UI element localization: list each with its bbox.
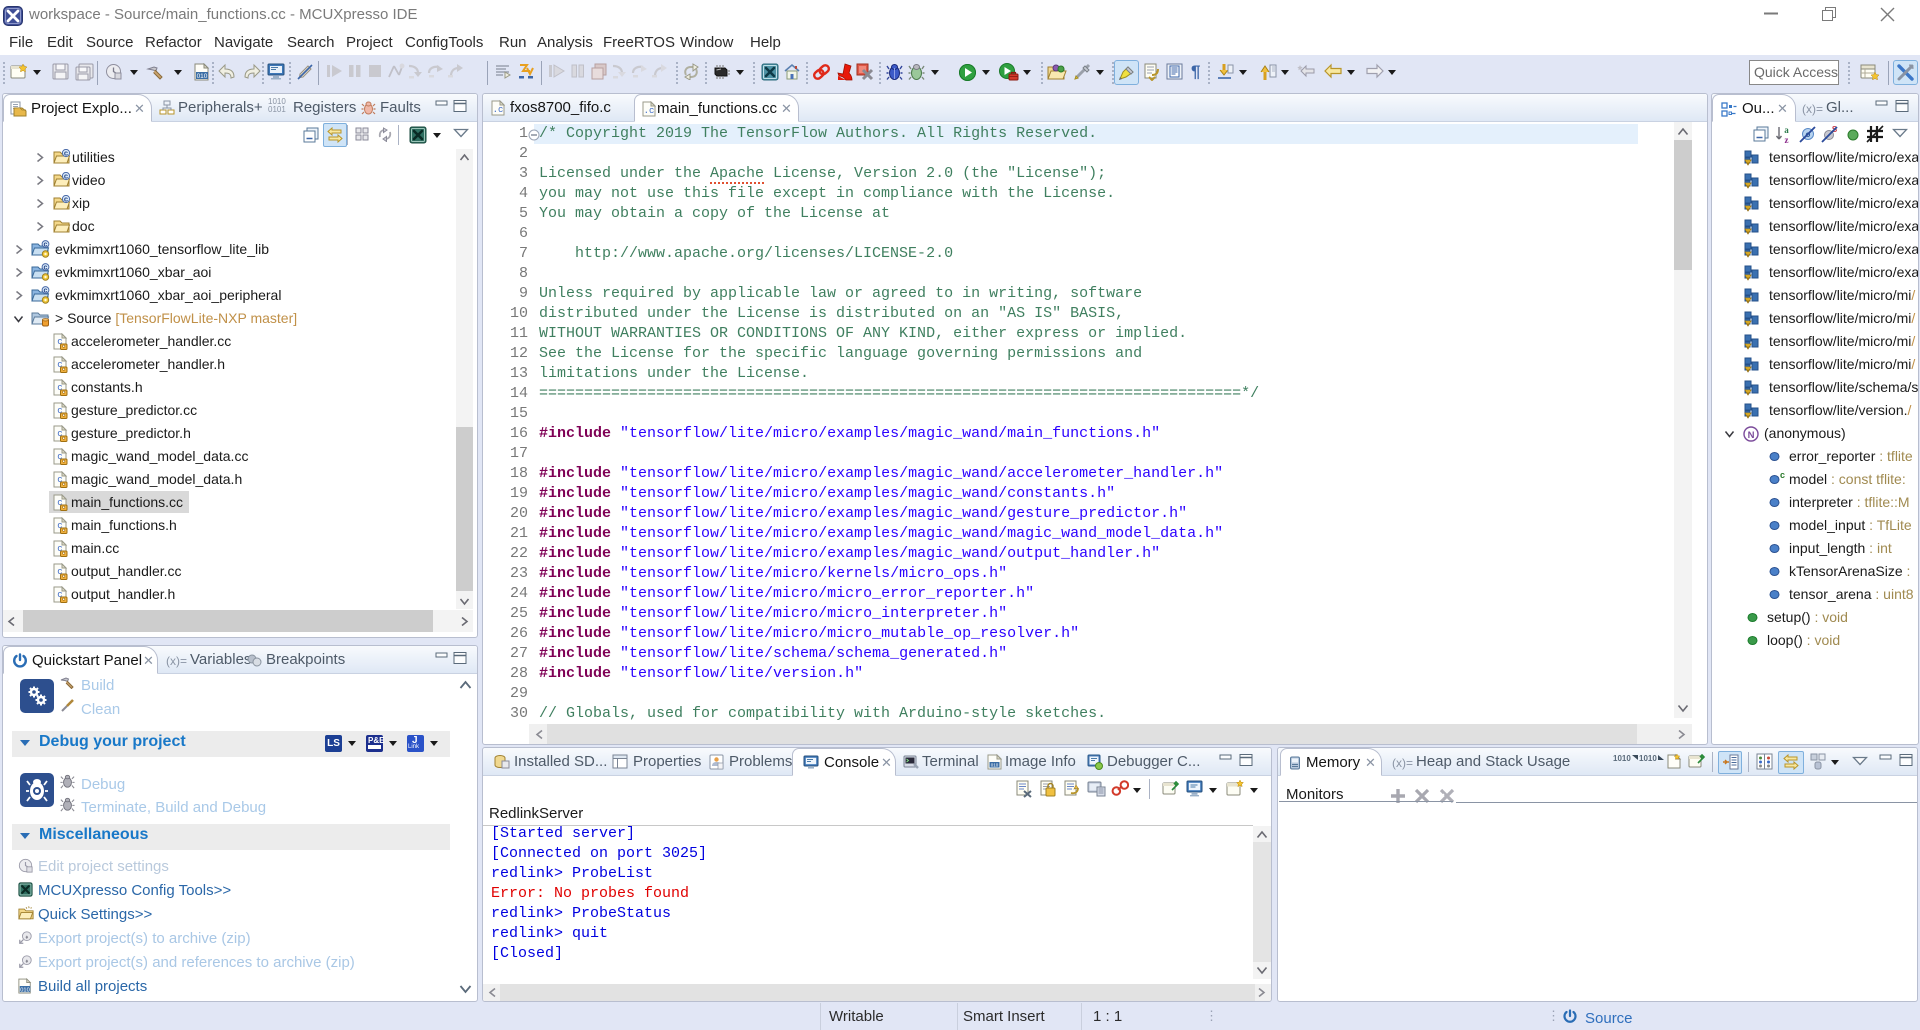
svg-text:c: c	[64, 195, 68, 204]
svg-text:010: 010	[197, 73, 208, 80]
svg-text:c: c	[64, 172, 68, 181]
svg-text:c: c	[44, 264, 48, 271]
svg-text:c: c	[44, 287, 48, 294]
svg-text:010: 010	[20, 987, 29, 993]
svg-text:.c: .c	[644, 106, 655, 116]
svg-text:a: a	[1784, 125, 1789, 135]
svg-text:c: c	[64, 149, 68, 158]
svg-text:010: 010	[991, 763, 999, 768]
svg-text:♦: ♦	[25, 934, 28, 941]
svg-text:N: N	[1748, 430, 1755, 441]
svg-text:c: c	[44, 241, 48, 248]
svg-text:♦: ♦	[25, 958, 28, 965]
svg-text:.c: .c	[493, 105, 504, 115]
svg-text:z: z	[1785, 135, 1789, 144]
